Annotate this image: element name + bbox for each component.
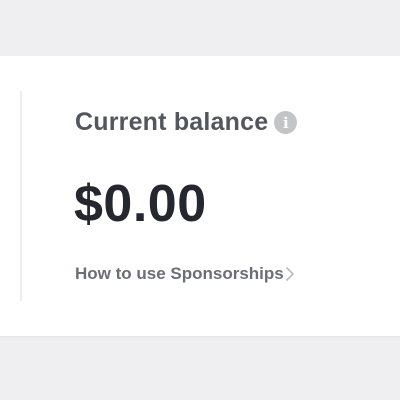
balance-label-row: Current balance i <box>75 108 298 137</box>
balance-label: Current balance <box>75 108 269 136</box>
info-icon[interactable]: i <box>274 111 298 134</box>
help-link-label: How to use Sponsorships <box>75 264 284 283</box>
how-to-use-sponsorships-link[interactable]: How to use Sponsorships <box>75 264 299 284</box>
card-divider <box>20 91 22 301</box>
chevron-right-icon <box>285 265 299 283</box>
balance-amount: $0.00 <box>74 175 207 233</box>
balance-card: Current balance i $0.00 How to use Spons… <box>0 56 400 336</box>
